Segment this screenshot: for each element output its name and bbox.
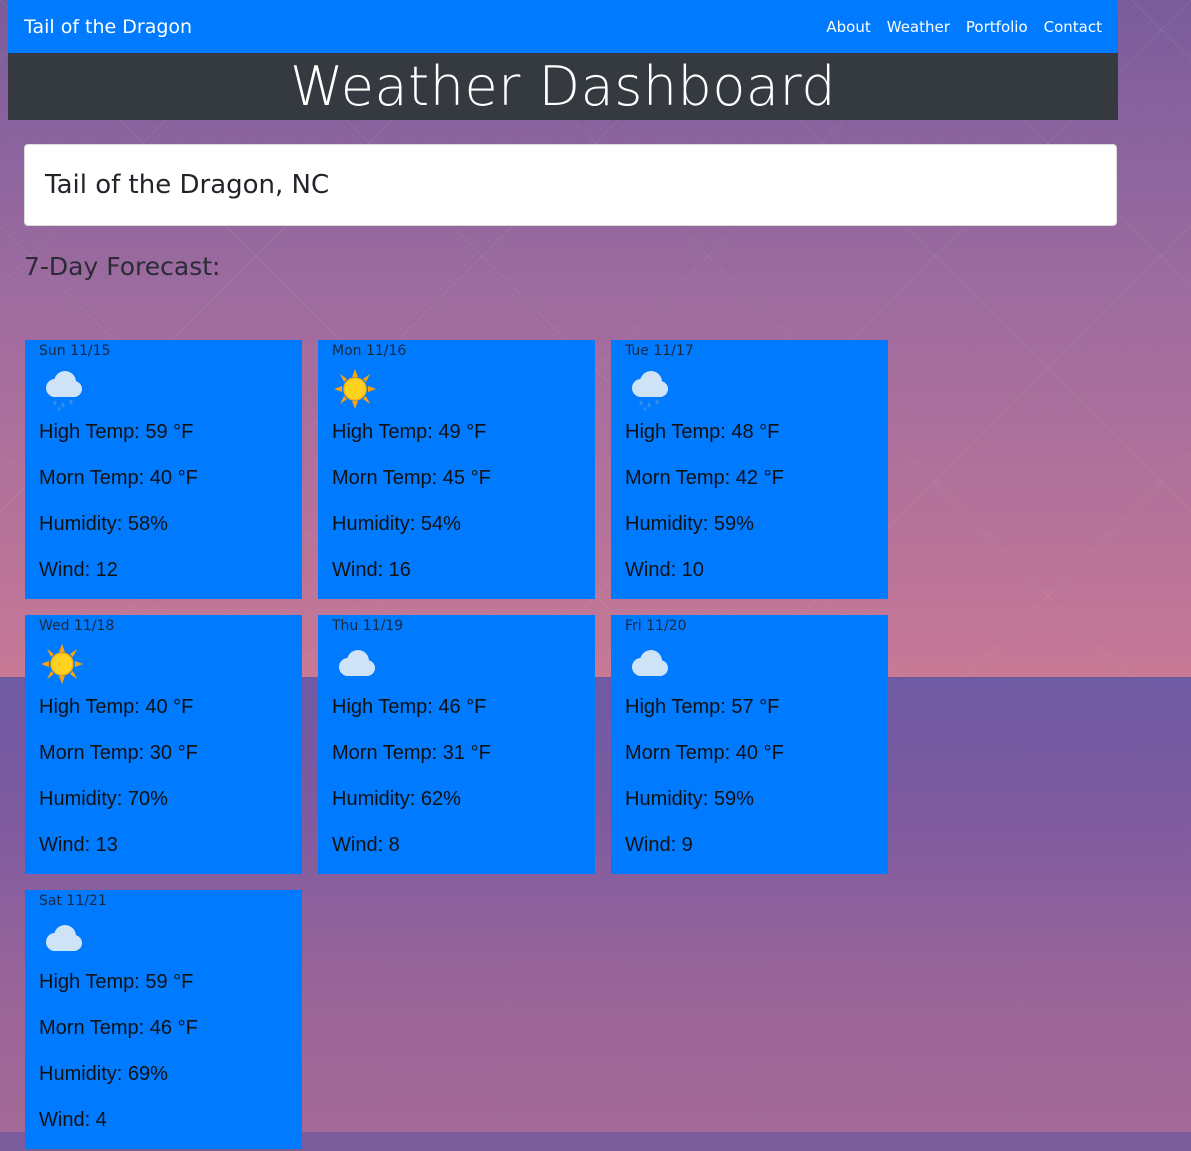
forecast-date: Fri 11/20 (625, 618, 687, 634)
morn-temp: Morn Temp: 31 °F (332, 742, 491, 764)
cloud-icon (39, 917, 85, 961)
forecast-date: Tue 11/17 (625, 343, 694, 359)
page-title: Weather Dashboard (290, 55, 836, 118)
wind: Wind: 4 (39, 1109, 107, 1131)
humidity: Humidity: 62% (332, 788, 461, 810)
nav-link-portfolio[interactable]: Portfolio (966, 18, 1028, 36)
cloud-icon (332, 642, 378, 686)
wind: Wind: 9 (625, 834, 693, 856)
navbar: Tail of the Dragon About Weather Portfol… (8, 0, 1118, 53)
morn-temp: Morn Temp: 40 °F (625, 742, 784, 764)
navbar-brand[interactable]: Tail of the Dragon (24, 16, 192, 38)
sun-icon (332, 367, 378, 411)
nav-links: About Weather Portfolio Contact (826, 18, 1102, 36)
humidity: Humidity: 69% (39, 1063, 168, 1085)
high-temp: High Temp: 46 °F (332, 696, 487, 718)
forecast-date: Sat 11/21 (39, 893, 107, 909)
cloud-icon (625, 642, 671, 686)
humidity: Humidity: 59% (625, 788, 754, 810)
wind: Wind: 16 (332, 559, 411, 581)
rain-cloud-icon (39, 367, 85, 411)
forecast-grid: Sun 11/15 High Temp: 59 °F Morn Temp: 40… (25, 340, 888, 1149)
nav-link-weather[interactable]: Weather (887, 18, 950, 36)
high-temp: High Temp: 59 °F (39, 421, 194, 443)
forecast-card: Thu 11/19 High Temp: 46 °F Morn Temp: 31… (318, 615, 595, 874)
morn-temp: Morn Temp: 46 °F (39, 1017, 198, 1039)
forecast-card: Sun 11/15 High Temp: 59 °F Morn Temp: 40… (25, 340, 302, 599)
humidity: Humidity: 58% (39, 513, 168, 535)
city-name: Tail of the Dragon, NC (45, 170, 330, 200)
forecast-date: Mon 11/16 (332, 343, 407, 359)
wind: Wind: 12 (39, 559, 118, 581)
high-temp: High Temp: 48 °F (625, 421, 780, 443)
nav-link-contact[interactable]: Contact (1044, 18, 1102, 36)
humidity: Humidity: 70% (39, 788, 168, 810)
morn-temp: Morn Temp: 30 °F (39, 742, 198, 764)
high-temp: High Temp: 40 °F (39, 696, 194, 718)
forecast-title: 7-Day Forecast: (24, 252, 221, 281)
humidity: Humidity: 54% (332, 513, 461, 535)
forecast-card: Wed 11/18 High Temp: 40 °F Morn Temp: 30… (25, 615, 302, 874)
city-card: Tail of the Dragon, NC (24, 144, 1117, 226)
wind: Wind: 10 (625, 559, 704, 581)
nav-link-about[interactable]: About (826, 18, 870, 36)
forecast-date: Thu 11/19 (332, 618, 404, 634)
high-temp: High Temp: 49 °F (332, 421, 487, 443)
wind: Wind: 13 (39, 834, 118, 856)
forecast-card: Mon 11/16 High Temp: 49 °F Morn Temp: 45… (318, 340, 595, 599)
morn-temp: Morn Temp: 45 °F (332, 467, 491, 489)
forecast-date: Sun 11/15 (39, 343, 111, 359)
forecast-card: Sat 11/21 High Temp: 59 °F Morn Temp: 46… (25, 890, 302, 1149)
forecast-date: Wed 11/18 (39, 618, 115, 634)
rain-cloud-icon (625, 367, 671, 411)
high-temp: High Temp: 57 °F (625, 696, 780, 718)
forecast-card: Fri 11/20 High Temp: 57 °F Morn Temp: 40… (611, 615, 888, 874)
wind: Wind: 8 (332, 834, 400, 856)
high-temp: High Temp: 59 °F (39, 971, 194, 993)
sun-icon (39, 642, 85, 686)
forecast-card: Tue 11/17 High Temp: 48 °F Morn Temp: 42… (611, 340, 888, 599)
humidity: Humidity: 59% (625, 513, 754, 535)
page-header: Weather Dashboard (8, 53, 1118, 120)
morn-temp: Morn Temp: 40 °F (39, 467, 198, 489)
morn-temp: Morn Temp: 42 °F (625, 467, 784, 489)
